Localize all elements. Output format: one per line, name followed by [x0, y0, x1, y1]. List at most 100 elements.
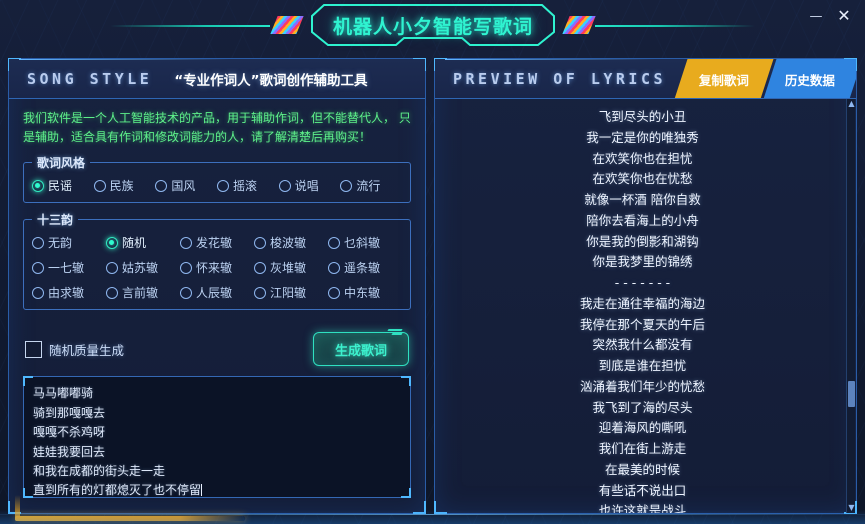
lyrics-line: 就像一杯酒 陪你自救 [584, 192, 701, 207]
radio-label: 流行 [356, 179, 381, 194]
lyrics-scrollbar[interactable]: ▲ ▼ [846, 99, 855, 513]
radio-rhyme-10[interactable]: 由求辙 [32, 284, 106, 301]
lyrics-line: 迎着海风的嘶吼 [598, 420, 687, 436]
rgb-stripe-left-icon [270, 16, 304, 34]
lyrics-line: 我们在街上游走 [598, 441, 687, 456]
radio-dot-icon [180, 261, 192, 274]
radio-rhyme-14[interactable]: 中东辙 [328, 284, 402, 301]
radio-label: 梭波辙 [270, 236, 307, 251]
radio-label: 言前辙 [122, 286, 159, 301]
radio-rhyme-12[interactable]: 人辰辙 [180, 284, 254, 301]
radio-rhyme-0[interactable]: 无韵 [32, 234, 106, 251]
radio-rhyme-5[interactable]: 一七辙 [32, 259, 106, 276]
radio-rhyme-8[interactable]: 灰堆辙 [254, 259, 328, 276]
lyrics-line: 我一定是你的唯独秀 [586, 129, 699, 145]
scroll-down-arrow-icon[interactable]: ▼ [847, 503, 856, 513]
radio-label: 摇滚 [233, 179, 258, 194]
close-button[interactable]: ✕ [833, 6, 855, 26]
lyrics-line: 我停在那个夏天的午后 [579, 316, 705, 332]
title-decor-line-right [595, 25, 755, 27]
header-action-buttons: 复制歌词 历史数据 [674, 59, 856, 98]
song-style-title-en: SONG STYLE [27, 69, 153, 88]
radio-dot-icon [328, 236, 340, 249]
radio-label: 无韵 [48, 236, 73, 251]
app-window: 机器人小夕智能写歌词 — ✕ SONG STYLE “专业作词人”歌词创作辅助工… [0, 0, 865, 524]
radio-dot-icon [278, 179, 291, 192]
scroll-up-arrow-icon[interactable]: ▲ [847, 99, 856, 109]
radio-dot-icon [106, 236, 118, 249]
lyrics-input-text: 马马嘟嘟骑 骑到那嘎嘎去 嘎嘎不杀鸡呀 娃娃我要回去 和我在成都的街头走一走 直… [24, 377, 410, 508]
radio-rhyme-11[interactable]: 言前辙 [106, 284, 180, 301]
copy-lyrics-button[interactable]: 复制歌词 [674, 59, 774, 98]
title-decor-line-left [110, 25, 270, 27]
radio-label: 发花辙 [196, 236, 233, 251]
radio-style-2[interactable]: 国风 [155, 177, 217, 194]
radio-label: 民族 [109, 179, 134, 194]
corner-bracket [23, 376, 33, 387]
random-quality-label: 随机质量生成 [49, 342, 125, 358]
radio-dot-icon [328, 261, 340, 274]
title-bar: 机器人小夕智能写歌词 — ✕ [0, 0, 865, 52]
rgb-stripe-right-icon [562, 16, 596, 34]
style-group-legend: 歌词风格 [37, 156, 86, 171]
song-style-panel-body: 我们软件是一个人工智能技术的产品，用于辅助作词，但不能替代人， 只是辅助，适合具… [9, 109, 425, 523]
radio-style-4[interactable]: 说唱 [278, 177, 341, 194]
bottom-accent-line [0, 514, 865, 515]
radio-dot-icon [106, 261, 118, 274]
app-title: 机器人小夕智能写歌词 [332, 15, 533, 38]
radio-rhyme-2[interactable]: 发花辙 [180, 234, 254, 251]
radio-rhyme-6[interactable]: 姑苏辙 [106, 259, 180, 276]
lyrics-line: 突然我什么都没有 [592, 337, 693, 353]
radio-dot-icon [340, 179, 353, 192]
song-style-title-cn: “专业作词人”歌词创作辅助工具 [174, 72, 368, 89]
minimize-button[interactable]: — [805, 6, 827, 26]
radio-rhyme-1[interactable]: 随机 [106, 234, 180, 251]
radio-rhyme-9[interactable]: 遥条辙 [328, 259, 402, 276]
lyrics-line: - - - - - - - [614, 275, 671, 290]
lyrics-preview-panel: PREVIEW OF LYRICS 复制歌词 历史数据 飞到尽头的小丑 我一定是你… [434, 58, 857, 514]
radio-dot-icon [180, 236, 192, 249]
radio-label: 国风 [171, 179, 196, 194]
radio-label: 人辰辙 [196, 286, 233, 301]
lyrics-line: 汹涌着我们年少的忧愁 [579, 378, 705, 394]
radio-dot-icon [32, 261, 44, 274]
radio-style-3[interactable]: 摇滚 [217, 177, 279, 194]
generate-lyrics-button[interactable]: 生成歌词 [313, 332, 409, 367]
lyrics-line: 陪你去看海上的小舟 [586, 212, 699, 228]
radio-style-1[interactable]: 民族 [93, 177, 156, 194]
history-data-label: 历史数据 [784, 72, 835, 88]
scrollbar-thumb[interactable] [848, 381, 855, 407]
radio-rhyme-3[interactable]: 梭波辙 [254, 234, 328, 251]
radio-dot-icon [32, 236, 44, 249]
app-title-plate: 机器人小夕智能写歌词 [302, 2, 564, 48]
generate-row: 随机质量生成 生成歌词 [25, 332, 409, 367]
rhyme-radio-grid: 无韵 随机 发花辙 梭波辙 乜斜辙一七辙 姑苏辙 怀来辙 灰堆辙 遥条辙由求辙 言前辙 人辰辙 江阳辙… [32, 234, 402, 301]
radio-label: 民谣 [48, 179, 73, 194]
random-quality-checkbox[interactable] [25, 340, 42, 358]
radio-rhyme-13[interactable]: 江阳辙 [254, 284, 328, 301]
lyrics-line: 到底是谁在担忧 [598, 358, 687, 373]
lyrics-line: 在欢笑你也在担忧 [592, 150, 693, 166]
lyrics-input-area[interactable]: 马马嘟嘟骑 骑到那嘎嘎去 嘎嘎不杀鸡呀 娃娃我要回去 和我在成都的街头走一走 直… [23, 376, 411, 499]
history-data-button[interactable]: 历史数据 [763, 59, 856, 98]
lyrics-line: 在最美的时候 [604, 461, 680, 477]
radio-label: 一七辙 [48, 261, 85, 276]
radio-label: 由求辙 [48, 286, 85, 301]
corner-bracket [23, 488, 33, 499]
corner-bracket [401, 376, 411, 387]
lyrics-line: 有些话不说出口 [598, 482, 687, 498]
radio-label: 姑苏辙 [122, 261, 159, 276]
lyrics-input-value: 马马嘟嘟骑 骑到那嘎嘎去 嘎嘎不杀鸡呀 娃娃我要回去 和我在成都的街头走一走 直… [33, 386, 202, 498]
accent-bar-bottom [15, 516, 245, 521]
radio-rhyme-7[interactable]: 怀来辙 [180, 259, 254, 276]
lyrics-preview-body: 飞到尽头的小丑 我一定是你的唯独秀 在欢笑你也在担忧 在欢笑你也在忧愁 就像一杯酒 陪你… [435, 99, 856, 513]
corner-bracket [401, 488, 411, 499]
radio-label: 说唱 [294, 179, 319, 194]
lyrics-line: 我走在通往幸福的海边 [579, 295, 705, 311]
radio-rhyme-4[interactable]: 乜斜辙 [328, 234, 402, 251]
radio-label: 江阳辙 [270, 286, 307, 301]
radio-dot-icon [217, 179, 230, 192]
radio-style-5[interactable]: 流行 [340, 177, 402, 194]
radio-style-0[interactable]: 民谣 [32, 177, 94, 194]
lyrics-preview-title-en: PREVIEW OF LYRICS [453, 69, 667, 88]
